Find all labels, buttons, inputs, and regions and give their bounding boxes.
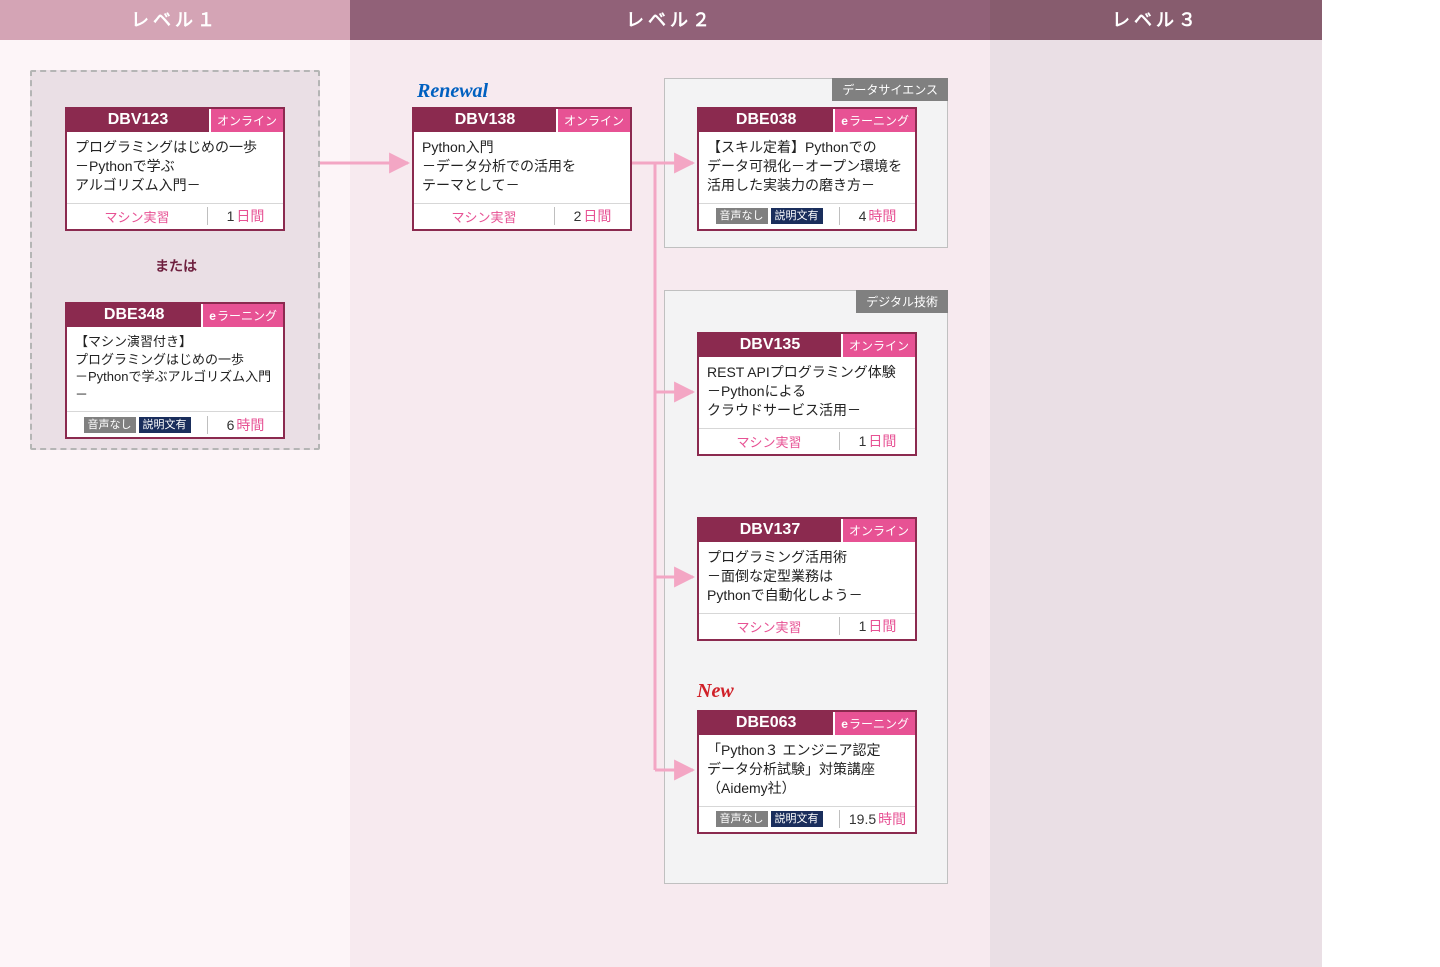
card-dbv137-title: プログラミング活用術－面倒な定型業務はPythonで自動化しよう－	[699, 542, 915, 613]
card-dbv137-foot-left: マシン実習	[699, 617, 839, 636]
renewal-flag: Renewal	[417, 80, 488, 103]
card-dbe063-duration: 19.5時間	[840, 809, 915, 829]
card-dbe348-mode: eラーニング	[201, 304, 283, 327]
card-dbv137-duration: 1日間	[840, 616, 915, 636]
card-dbv138-duration: 2日間	[555, 206, 630, 226]
card-dbv123-code: DBV123	[67, 109, 209, 132]
card-dbe063-mode: eラーニング	[833, 712, 915, 735]
card-dbv138-foot-left: マシン実習	[414, 207, 554, 226]
card-dbe038-duration: 4時間	[840, 206, 915, 226]
card-dbv137[interactable]: DBV137 オンライン プログラミング活用術－面倒な定型業務はPythonで自…	[697, 517, 917, 641]
card-dbv135[interactable]: DBV135 オンライン REST APIプログラミング体験－Pythonによる…	[697, 332, 917, 456]
card-dbv135-code: DBV135	[699, 334, 841, 357]
card-dbv138[interactable]: DBV138 オンライン Python入門－データ分析での活用をテーマとして－ …	[412, 107, 632, 231]
card-dbe038-mode: eラーニング	[833, 109, 915, 132]
card-dbv135-title: REST APIプログラミング体験－Pythonによるクラウドサービス活用－	[699, 357, 915, 428]
level-2-header: レベル２	[350, 0, 990, 40]
card-dbe038-title: 【スキル定着】Pythonでのデータ可視化－オープン環境を活用した実装力の磨き方…	[699, 132, 915, 203]
card-dbv137-mode: オンライン	[841, 519, 915, 542]
card-dbv123-duration: 1日間	[208, 206, 283, 226]
category-digital-tech-label: デジタル技術	[856, 290, 948, 313]
card-dbv135-foot-left: マシン実習	[699, 432, 839, 451]
level-3-header: レベル３	[990, 0, 1322, 40]
or-label: または	[155, 256, 197, 276]
card-dbe348-duration: 6時間	[208, 415, 283, 435]
card-dbe063-title: 「Python３ エンジニア認定データ分析試験」対策講座（Aidemy社）	[699, 735, 915, 806]
level-1-header: レベル１	[0, 0, 350, 40]
card-dbv138-title: Python入門－データ分析での活用をテーマとして－	[414, 132, 630, 203]
card-dbe038-foot-left: 音声なし説明文有	[699, 208, 839, 224]
level-3-column: レベル３	[990, 0, 1322, 967]
card-dbv123-title: プログラミングはじめの一歩－Pythonで学ぶアルゴリズム入門－	[67, 132, 283, 203]
card-dbe063[interactable]: DBE063 eラーニング 「Python３ エンジニア認定データ分析試験」対策…	[697, 710, 917, 834]
new-flag: New	[697, 680, 734, 703]
card-dbe038[interactable]: DBE038 eラーニング 【スキル定着】Pythonでのデータ可視化－オープン…	[697, 107, 917, 231]
card-dbe038-code: DBE038	[699, 109, 833, 132]
card-dbe348-code: DBE348	[67, 304, 201, 327]
card-dbv137-code: DBV137	[699, 519, 841, 542]
card-dbv138-code: DBV138	[414, 109, 556, 132]
card-dbv123-foot-left: マシン実習	[67, 207, 207, 226]
category-data-science-label: データサイエンス	[832, 78, 948, 101]
card-dbe063-code: DBE063	[699, 712, 833, 735]
card-dbv123-mode: オンライン	[209, 109, 283, 132]
card-dbe348-title: 【マシン演習付き】プログラミングはじめの一歩－Pythonで学ぶアルゴリズム入門…	[67, 327, 283, 411]
card-dbe348[interactable]: DBE348 eラーニング 【マシン演習付き】プログラミングはじめの一歩－Pyt…	[65, 302, 285, 439]
card-dbe063-foot-left: 音声なし説明文有	[699, 811, 839, 827]
card-dbv135-duration: 1日間	[840, 431, 915, 451]
card-dbv123[interactable]: DBV123 オンライン プログラミングはじめの一歩－Pythonで学ぶアルゴリ…	[65, 107, 285, 231]
card-dbv138-mode: オンライン	[556, 109, 630, 132]
card-dbv135-mode: オンライン	[841, 334, 915, 357]
card-dbe348-foot-left: 音声なし説明文有	[67, 417, 207, 433]
